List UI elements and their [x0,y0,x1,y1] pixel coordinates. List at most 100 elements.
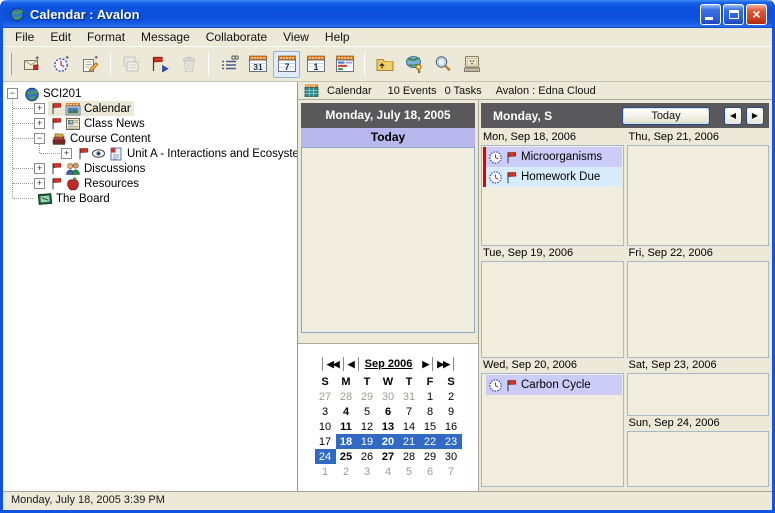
tree-item-unit-a-interactions-and-ecosystems[interactable]: +Unit A - Interactions and Ecosystems [3,146,297,161]
mini-calendar-day[interactable]: 27 [378,449,399,464]
list-view-button[interactable] [215,51,242,78]
mini-calendar-day[interactable]: 28 [399,449,420,464]
mini-calendar-day[interactable]: 7 [399,404,420,419]
expand-toggle[interactable]: + [34,103,45,114]
mini-calendar-day[interactable]: 21 [399,434,420,449]
event-item[interactable]: Homework Due [486,167,622,187]
mini-calendar-day[interactable]: 1 [315,464,336,479]
mini-calendar-day[interactable]: 2 [336,464,357,479]
month-label-link[interactable]: Sep 2006 [359,358,419,370]
close-button[interactable]: × [746,4,767,25]
tree-item-the-board[interactable]: The Board [3,191,297,206]
expand-toggle[interactable]: + [34,163,45,174]
schedule-view-button[interactable] [331,51,358,78]
menu-file[interactable]: File [7,30,42,44]
tree-item-sci201[interactable]: −SCI201 [3,86,297,101]
week-day-cell[interactable] [627,431,770,487]
mini-calendar-day[interactable]: 17 [315,434,336,449]
next-week-button[interactable]: ▶ [746,107,764,125]
mini-calendar-day[interactable]: 15 [420,419,441,434]
mini-calendar-day[interactable]: 3 [357,464,378,479]
minimize-button[interactable] [700,4,721,25]
mini-calendar-day[interactable]: 23 [441,434,462,449]
mini-calendar-day[interactable]: 27 [315,389,336,404]
mini-calendar-day[interactable]: 11 [336,419,357,434]
mini-calendar-day[interactable]: 8 [420,404,441,419]
week-day-cell[interactable] [627,373,770,416]
prev-year-button[interactable]: ◀◀ [322,357,344,371]
mini-calendar-day[interactable]: 30 [378,389,399,404]
tree-item-course-content[interactable]: −Course Content [3,131,297,146]
week-view-button[interactable]: 7 [273,51,300,78]
expand-toggle[interactable]: + [61,148,72,159]
mini-calendar-day[interactable]: 9 [441,404,462,419]
mini-calendar-day[interactable]: 16 [441,419,462,434]
week-day-cell[interactable] [481,261,624,358]
mini-calendar-day[interactable]: 4 [378,464,399,479]
menu-message[interactable]: Message [133,30,198,44]
mini-calendar-day[interactable]: 14 [399,419,420,434]
tree-item-resources[interactable]: +Resources [3,176,297,191]
day-panel-body[interactable] [301,147,475,333]
mini-calendar-day[interactable]: 26 [357,449,378,464]
mini-calendar-day[interactable]: 1 [420,389,441,404]
tree-item-discussions[interactable]: +Discussions [3,161,297,176]
mini-calendar-day[interactable]: 31 [399,389,420,404]
mini-calendar-day[interactable]: 30 [441,449,462,464]
permissions-button[interactable] [400,51,427,78]
mini-calendar-day[interactable]: 22 [420,434,441,449]
expand-toggle[interactable]: − [34,133,45,144]
search-button[interactable] [429,51,456,78]
mini-calendar-day[interactable]: 4 [336,404,357,419]
mini-calendar-day[interactable]: 3 [315,404,336,419]
tree-item-class-news[interactable]: +Class News [3,116,297,131]
toolbar-grip[interactable] [9,53,12,75]
menu-help[interactable]: Help [317,30,358,44]
mini-calendar-day[interactable]: 20 [378,434,399,449]
mini-calendar-day[interactable]: 6 [420,464,441,479]
mini-calendar-day[interactable]: 28 [336,389,357,404]
event-item[interactable]: Microorganisms [486,147,622,167]
mini-calendar-day[interactable]: 5 [399,464,420,479]
prev-week-button[interactable]: ◀ [724,107,742,125]
mini-calendar-day[interactable]: 13 [378,419,399,434]
connected-button[interactable] [458,51,485,78]
flag-button[interactable] [146,51,173,78]
mini-calendar-day[interactable]: 29 [357,389,378,404]
new-task-button[interactable] [48,51,75,78]
week-day-cell[interactable] [627,145,770,246]
menu-collaborate[interactable]: Collaborate [198,30,275,44]
menu-edit[interactable]: Edit [42,30,79,44]
tree-item-calendar[interactable]: +Calendar [3,101,297,116]
mini-calendar-day[interactable]: 29 [420,449,441,464]
expand-toggle[interactable]: + [34,178,45,189]
mini-calendar-day[interactable]: 12 [357,419,378,434]
mini-calendar-day[interactable]: 25 [336,449,357,464]
next-year-button[interactable]: ▶▶ [433,357,454,371]
mini-calendar-day[interactable]: 10 [315,419,336,434]
next-month-button[interactable]: ▶ [418,357,433,371]
month-view-button[interactable]: 31 [244,51,271,78]
parent-folder-button[interactable] [371,51,398,78]
mini-calendar-day[interactable]: 19 [357,434,378,449]
maximize-button[interactable] [723,4,744,25]
week-day-cell[interactable]: Carbon Cycle [481,373,624,487]
new-note-button[interactable] [77,51,104,78]
new-event-button[interactable] [19,51,46,78]
menu-view[interactable]: View [275,30,317,44]
title-bar[interactable]: Calendar : Avalon × [3,0,772,28]
mini-calendar-day[interactable]: 18 [336,434,357,449]
event-item[interactable]: Carbon Cycle [486,375,622,395]
mini-calendar-day[interactable]: 6 [378,404,399,419]
week-day-cell[interactable] [627,261,770,358]
week-day-cell[interactable]: MicroorganismsHomework Due [481,145,624,246]
today-button[interactable]: Today [622,107,710,125]
day-view-button[interactable]: 1 [302,51,329,78]
expand-toggle[interactable]: + [34,118,45,129]
prev-month-button[interactable]: ◀ [344,357,359,371]
mini-calendar-day[interactable]: 2 [441,389,462,404]
expand-toggle[interactable]: − [7,88,18,99]
mini-calendar-day[interactable]: 24 [315,449,336,464]
menu-format[interactable]: Format [79,30,133,44]
mini-calendar-day[interactable]: 7 [441,464,462,479]
